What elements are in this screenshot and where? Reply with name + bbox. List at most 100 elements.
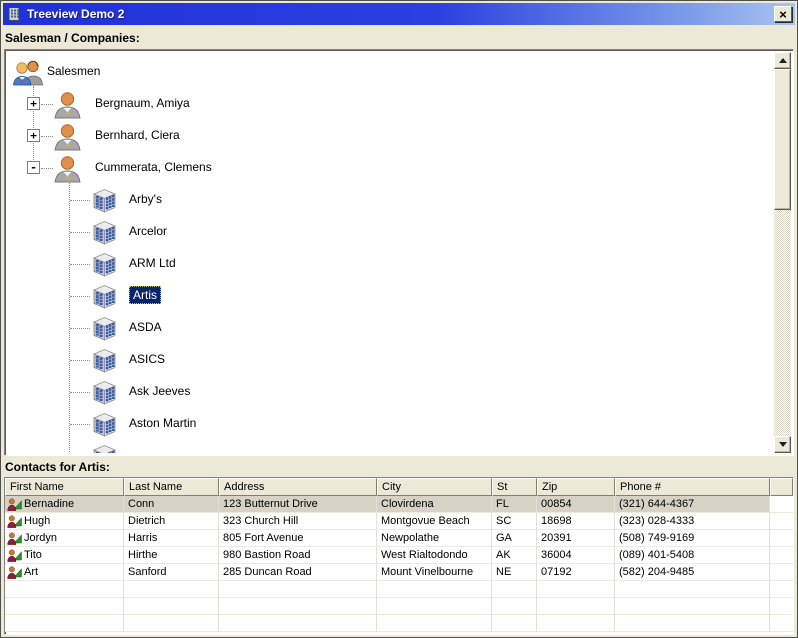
tree-item-company[interactable]: ASICS [7, 344, 773, 376]
table-row[interactable]: Hugh Dietrich 323 Church Hill Montgovue … [5, 513, 793, 530]
office-building-icon [91, 187, 118, 214]
contact-person-icon [7, 566, 22, 579]
cell-city: Newpolathe [377, 530, 492, 547]
tree-item-label[interactable]: ASDA [129, 320, 162, 334]
cell-zip: 20391 [537, 530, 615, 547]
cell-last-name: Harris [124, 530, 219, 547]
cell-last-name: Hirthe [124, 547, 219, 564]
tree-item-company[interactable]: Aston Martin [7, 408, 773, 440]
cell-zip: 00854 [537, 496, 615, 513]
tree-item-company[interactable]: ASDA [7, 312, 773, 344]
table-row[interactable]: Art Sanford 285 Duncan Road Mount Vinelb… [5, 564, 793, 581]
cell-st: SC [492, 513, 537, 530]
expand-toggle[interactable]: + [27, 129, 40, 142]
table-empty-row [5, 581, 793, 598]
scroll-up-button[interactable] [774, 52, 791, 69]
cell-first-name: Tito [5, 547, 124, 564]
app-window: Treeview Demo 2 × Salesman / Companies: [0, 0, 798, 638]
column-header-zip[interactable]: Zip [537, 478, 615, 496]
office-building-icon [91, 283, 118, 310]
tree-item-salesman[interactable]: - Cummerata, Clemens [7, 152, 773, 184]
column-header-phone[interactable]: Phone # [615, 478, 770, 496]
tree-item-label-selected[interactable]: Artis [129, 286, 161, 304]
tree-item-label[interactable]: Salesmen [47, 64, 100, 78]
cell-first-name: Jordyn [5, 530, 124, 547]
cell-zip: 07192 [537, 564, 615, 581]
cell-address: 323 Church Hill [219, 513, 377, 530]
cell-filler [770, 547, 793, 564]
cell-filler [770, 513, 793, 530]
scrollbar-thumb[interactable] [774, 69, 791, 210]
tree-item-label[interactable]: ASICS [129, 352, 165, 366]
cell-last-name: Sanford [124, 564, 219, 581]
table-header-row: First Name Last Name Address City St Zip… [5, 478, 793, 496]
office-building-icon [91, 219, 118, 246]
tree-item-company-selected[interactable]: Artis [7, 280, 773, 312]
cell-address: 285 Duncan Road [219, 564, 377, 581]
close-button[interactable]: × [774, 6, 792, 22]
office-building-icon [91, 443, 118, 453]
salesman-person-icon [53, 90, 82, 119]
tree-item-label[interactable]: Arby's [129, 192, 162, 206]
expand-toggle[interactable]: + [27, 97, 40, 110]
cell-phone: (508) 749-9169 [615, 530, 770, 547]
tree-item-company[interactable]: Ask Jeeves [7, 376, 773, 408]
tree-item-salesmen-root[interactable]: Salesmen [7, 56, 773, 88]
cell-filler [770, 530, 793, 547]
office-building-icon [91, 315, 118, 342]
tree-item-company[interactable]: Arby's [7, 184, 773, 216]
office-building-icon [91, 251, 118, 278]
table-empty-row [5, 598, 793, 615]
tree-section-label: Salesman / Companies: [5, 31, 140, 45]
tree-item-label[interactable]: Ask Jeeves [129, 384, 190, 398]
office-building-icon [91, 347, 118, 374]
tree-item-label[interactable]: Aston Martin [129, 416, 196, 430]
tree-item-label[interactable]: Cummerata, Clemens [95, 160, 212, 174]
column-header-filler [770, 478, 793, 496]
scroll-up-arrow-icon [778, 58, 787, 63]
contact-person-icon [7, 515, 22, 528]
table-row-selected[interactable]: Bernadine Conn 123 Butternut Drive Clovi… [5, 496, 793, 513]
contact-person-icon [7, 549, 22, 562]
tree-item-company-partial[interactable] [7, 440, 773, 453]
cell-st: GA [492, 530, 537, 547]
cell-address: 980 Bastion Road [219, 547, 377, 564]
cell-city: Mount Vinelbourne [377, 564, 492, 581]
cell-first-name: Art [5, 564, 124, 581]
table-row[interactable]: Jordyn Harris 805 Fort Avenue Newpolathe… [5, 530, 793, 547]
app-building-grid-icon[interactable] [7, 6, 23, 22]
collapse-toggle[interactable]: - [27, 161, 40, 174]
tree-item-company[interactable]: ARM Ltd [7, 248, 773, 280]
cell-first-name: Bernadine [5, 496, 124, 513]
table-row[interactable]: Tito Hirthe 980 Bastion Road West Rialto… [5, 547, 793, 564]
tree-item-company[interactable]: Arcelor [7, 216, 773, 248]
column-header-city[interactable]: City [377, 478, 492, 496]
cell-zip: 18698 [537, 513, 615, 530]
cell-phone: (582) 204-9485 [615, 564, 770, 581]
column-header-last-name[interactable]: Last Name [124, 478, 219, 496]
column-header-address[interactable]: Address [219, 478, 377, 496]
tree-item-label[interactable]: Arcelor [129, 224, 167, 238]
tree-item-label[interactable]: Bergnaum, Amiya [95, 96, 190, 110]
window-title: Treeview Demo 2 [27, 7, 125, 21]
tree-item-salesman[interactable]: + Bergnaum, Amiya [7, 88, 773, 120]
tree-item-label[interactable]: Bernhard, Ciera [95, 128, 180, 142]
titlebar[interactable]: Treeview Demo 2 × [3, 3, 795, 25]
contact-person-icon [7, 532, 22, 545]
tree-item-label[interactable]: ARM Ltd [129, 256, 176, 270]
cell-phone: (089) 401-5408 [615, 547, 770, 564]
column-header-st[interactable]: St [492, 478, 537, 496]
tree-item-salesman[interactable]: + Bernhard, Ciera [7, 120, 773, 152]
close-x-icon: × [779, 6, 787, 22]
cell-zip: 36004 [537, 547, 615, 564]
tree-vertical-scrollbar[interactable] [774, 52, 791, 453]
contacts-table: First Name Last Name Address City St Zip… [4, 477, 794, 635]
cell-address: 805 Fort Avenue [219, 530, 377, 547]
contact-person-icon [7, 498, 22, 511]
cell-filler [770, 496, 793, 513]
column-header-first-name[interactable]: First Name [5, 478, 124, 496]
scroll-down-button[interactable] [774, 436, 791, 453]
salesman-person-icon [53, 122, 82, 151]
cell-filler [770, 564, 793, 581]
cell-first-name: Hugh [5, 513, 124, 530]
